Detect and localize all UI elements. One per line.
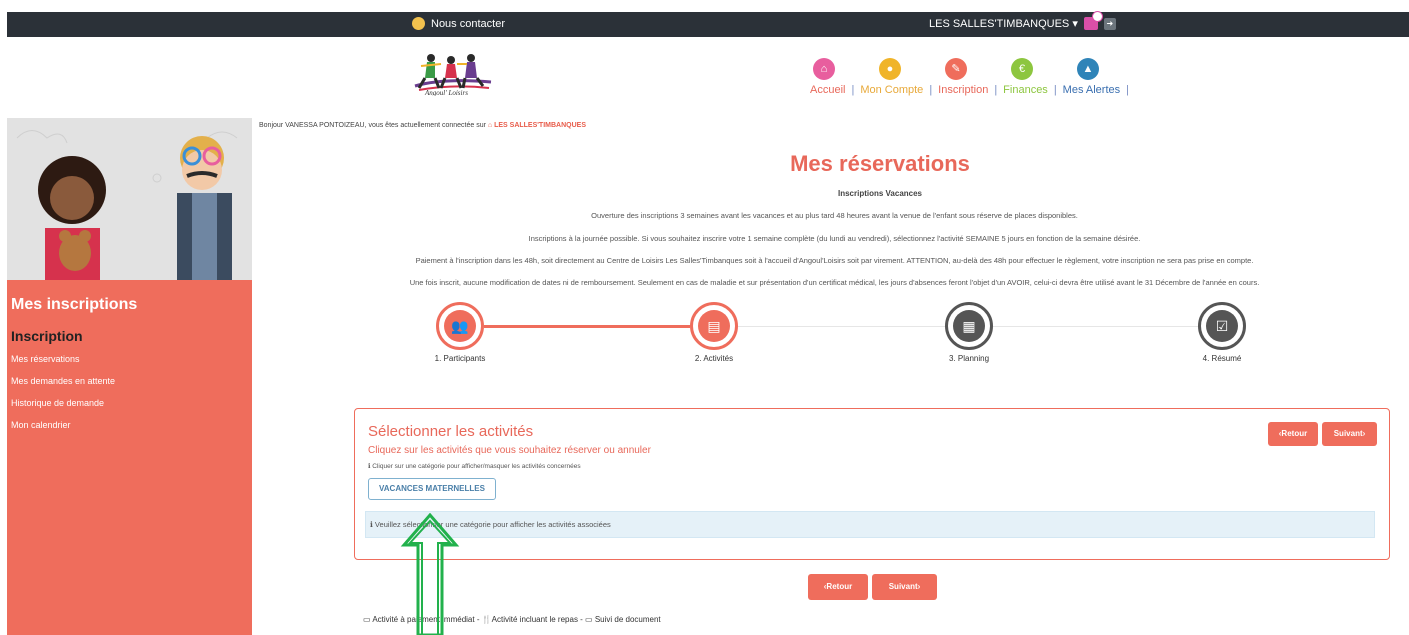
sidebar-item-reservations[interactable]: Mes réservations (11, 354, 80, 364)
step-label: 4. Résumé (1202, 354, 1242, 363)
page: Nous contacter LES SALLES'TIMBANQUES ▾ ➜… (0, 0, 1409, 635)
book-icon: ▤ (698, 310, 730, 342)
page-subtitle: Inscriptions Vacances (837, 189, 923, 198)
step-label: 3. Planning (948, 354, 990, 363)
euro-icon[interactable]: € (1011, 58, 1033, 80)
photo-illustration (7, 118, 252, 280)
sidebar-subtitle: Inscription (11, 328, 83, 344)
back-button[interactable]: ‹Retour (808, 574, 868, 600)
panel-subtitle: Cliquez sur les activités que vous souha… (368, 445, 651, 456)
info-alert: ℹ Veuillez sélectionner une catégorie po… (365, 511, 1375, 538)
home-icon[interactable]: ⌂ (813, 58, 835, 80)
nav-link-3[interactable]: Finances (1003, 84, 1048, 96)
sidebar-item-calendar[interactable]: Mon calendrier (11, 420, 71, 430)
checkbox-icon: ☑ (1206, 310, 1238, 342)
current-site-link[interactable]: ⌂ LES SALLES'TIMBANQUES (488, 122, 586, 129)
main-nav: Accueil | Mon Compte | Inscription | Finances |… (810, 84, 1135, 96)
svg-text:Angoul' Loisirs: Angoul' Loisirs (424, 89, 468, 96)
cart-badge (1091, 11, 1103, 22)
users-icon: 👥 (444, 310, 476, 342)
info-paragraph-daily: Inscriptions à la journée possible. Si v… (528, 234, 1141, 243)
greeting: Bonjour VANESSA PONTOIZEAU, vous êtes ac… (259, 122, 586, 129)
greeting-text: Bonjour VANESSA PONTOIZEAU, vous êtes ac… (259, 122, 486, 129)
user-icon[interactable]: ● (879, 58, 901, 80)
contact-label: Nous contacter (431, 17, 505, 30)
alert-icon[interactable]: ▲ (1077, 58, 1099, 80)
activity-selection-panel: Sélectionner les activités Cliquez sur l… (354, 408, 1390, 560)
site-selector-label: LES SALLES'TIMBANQUES ▾ (929, 18, 1078, 30)
panel-next-button[interactable]: Suivant› (1322, 422, 1377, 446)
angoul-loisirs-logo[interactable]: Angoul' Loisirs (413, 48, 493, 96)
step-connector (484, 325, 690, 328)
nav-separator: | (1053, 84, 1057, 96)
nav-link-0[interactable]: Accueil (810, 84, 845, 96)
panel-title: Sélectionner les activités (368, 423, 534, 440)
step-3[interactable]: ▦ (945, 302, 993, 350)
chat-icon (412, 17, 425, 30)
step-label: 2. Activités (694, 354, 734, 363)
sidebar-title: Mes inscriptions (11, 296, 138, 313)
nav-separator: | (929, 84, 933, 96)
info-paragraph-payment: Paiement à l'inscription dans les 48h, s… (415, 256, 1254, 265)
logout-icon[interactable]: ➜ (1103, 17, 1116, 30)
step-4[interactable]: ☑ (1198, 302, 1246, 350)
info-paragraph-refund: Une fois inscrit, aucune modification de… (409, 278, 1260, 287)
nav-link-4[interactable]: Mes Alertes (1063, 84, 1120, 96)
main-nav-icons: ⌂ ● ✎ € ▲ (813, 58, 1099, 80)
page-title: Mes réservations (790, 151, 970, 176)
step-2[interactable]: ▤ (690, 302, 738, 350)
step-connector (993, 326, 1198, 327)
nav-link-2[interactable]: Inscription (938, 84, 988, 96)
annotation-arrow (400, 513, 460, 635)
cart-icon[interactable] (1083, 11, 1103, 30)
nav-separator: | (994, 84, 998, 96)
children-photo (7, 118, 252, 280)
step-connector (738, 326, 945, 327)
nav-separator: | (851, 84, 855, 96)
nav-link-1[interactable]: Mon Compte (860, 84, 923, 96)
top-bar: Nous contacter LES SALLES'TIMBANQUES ▾ ➜ (7, 11, 1409, 37)
sidebar-item-pending-requests[interactable]: Mes demandes en attente (11, 376, 115, 386)
step-label: 1. Participants (434, 354, 486, 363)
nav-separator: | (1126, 84, 1129, 96)
info-paragraph-opening: Ouverture des inscriptions 3 semaines av… (591, 211, 1078, 220)
contact-link[interactable]: Nous contacter (412, 17, 505, 30)
step-1[interactable]: 👥 (436, 302, 484, 350)
category-button[interactable]: VACANCES MATERNELLES (368, 478, 496, 500)
panel-hint: ℹ Cliquer sur une catégorie pour affiche… (368, 463, 581, 470)
pencil-icon[interactable]: ✎ (945, 58, 967, 80)
next-button[interactable]: Suivant› (872, 574, 937, 600)
calendar-icon: ▦ (953, 310, 985, 342)
site-selector[interactable]: LES SALLES'TIMBANQUES ▾ ➜ (929, 11, 1116, 30)
sidebar: Mes inscriptions Inscription Mes réserva… (7, 118, 252, 635)
sidebar-item-history[interactable]: Historique de demande (11, 398, 104, 408)
panel-back-button[interactable]: ‹Retour (1268, 422, 1318, 446)
